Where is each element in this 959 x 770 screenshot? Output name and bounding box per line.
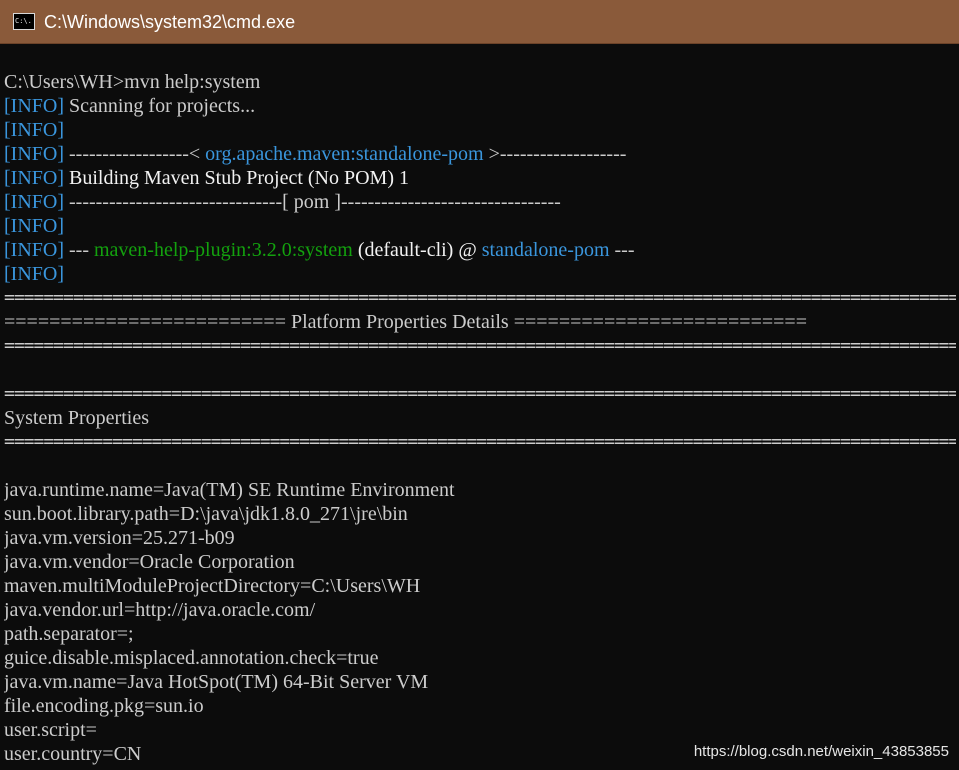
plugin-project: standalone-pom: [481, 239, 610, 261]
property-line: java.vm.version=25.271-b09: [4, 527, 235, 549]
cmd-window: C:\. C:\Windows\system32\cmd.exe C:\User…: [0, 0, 959, 770]
info-tag: [INFO]: [4, 143, 64, 165]
property-line: java.vm.name=Java HotSpot(TM) 64-Bit Ser…: [4, 671, 429, 693]
separator-line: ========================================…: [4, 383, 956, 404]
info-tag: [INFO]: [4, 167, 64, 189]
property-line: java.vm.vendor=Oracle Corporation: [4, 551, 295, 573]
plugin-prefix: ---: [64, 239, 94, 261]
system-properties-header: System Properties: [4, 407, 149, 429]
window-title: C:\Windows\system32\cmd.exe: [44, 12, 296, 32]
property-line: file.encoding.pkg=sun.io: [4, 695, 204, 717]
separator-line: ========================================…: [4, 287, 956, 308]
info-tag: [INFO]: [4, 119, 64, 141]
property-line: user.script=: [4, 719, 97, 741]
log-line: [INFO]: [4, 262, 956, 286]
watermark: https://blog.csdn.net/weixin_43853855: [693, 743, 949, 760]
cmd-icon: C:\.: [13, 13, 35, 30]
prompt-line: C:\Users\WH>mvn help:system: [4, 71, 261, 93]
console-output[interactable]: C:\Users\WH>mvn help:system [INFO] Scann…: [4, 70, 956, 770]
plugin-execution: (default-cli) @: [352, 239, 482, 261]
plugin-name: maven-help-plugin:3.2.0:system: [93, 239, 353, 261]
platform-header: ========================= Platform Prope…: [4, 311, 807, 333]
info-tag: [INFO]: [4, 263, 64, 285]
info-tag: [INFO]: [4, 95, 64, 117]
property-line: java.vendor.url=http://java.oracle.com/: [4, 599, 316, 621]
artifact-name: org.apache.maven:standalone-pom: [205, 143, 484, 165]
info-tag: [INFO]: [4, 215, 64, 237]
info-tag: [INFO]: [4, 239, 64, 261]
property-line: guice.disable.misplaced.annotation.check…: [4, 647, 379, 669]
artifact-suffix: >-------------------: [483, 143, 627, 165]
info-tag: [INFO]: [4, 191, 64, 213]
separator-line: ========================================…: [4, 431, 956, 452]
log-line: [INFO]: [4, 214, 956, 238]
log-line: [INFO]: [4, 118, 956, 142]
log-line: [INFO] ------------------< org.apache.ma…: [4, 142, 956, 166]
property-line: sun.boot.library.path=D:\java\jdk1.8.0_2…: [4, 503, 408, 525]
log-line: [INFO] --------------------------------[…: [4, 190, 956, 214]
property-line: java.runtime.name=Java(TM) SE Runtime En…: [4, 479, 455, 501]
log-line: [INFO] Scanning for projects...: [4, 94, 956, 118]
plugin-suffix: ---: [609, 239, 635, 261]
log-line: [INFO] Building Maven Stub Project (No P…: [4, 166, 956, 190]
property-line: path.separator=;: [4, 623, 134, 645]
log-text: Scanning for projects...: [64, 95, 256, 117]
title-bar[interactable]: C:\. C:\Windows\system32\cmd.exe: [0, 0, 959, 44]
artifact-prefix: ------------------<: [64, 143, 206, 165]
property-line: maven.multiModuleProjectDirectory=C:\Use…: [4, 575, 421, 597]
log-line: [INFO] --- maven-help-plugin:3.2.0:syste…: [4, 238, 956, 262]
separator-line: ========================================…: [4, 335, 956, 356]
building-text: Building Maven Stub Project (No POM) 1: [64, 167, 409, 189]
pom-divider: --------------------------------[ pom ]-…: [64, 191, 561, 213]
